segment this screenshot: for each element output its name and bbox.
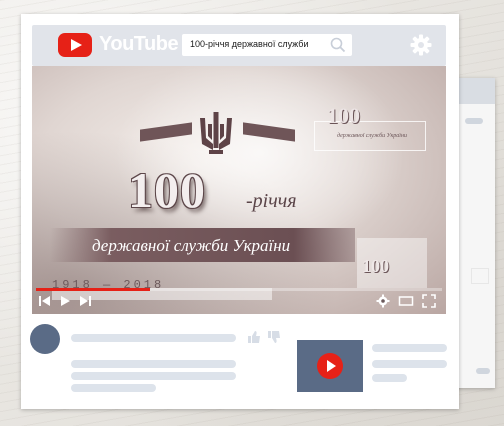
coat-of-arms-icon [196, 108, 236, 163]
title-placeholder [71, 334, 236, 342]
play-icon[interactable] [58, 294, 72, 308]
progress-fill [36, 288, 150, 291]
play-icon[interactable] [317, 353, 343, 379]
suggested-title-placeholder [372, 344, 447, 352]
like-icon[interactable] [247, 330, 261, 349]
fullscreen-icon[interactable] [422, 294, 436, 308]
top-bar: YouTube 100-річчя державної служби [32, 25, 446, 66]
dislike-icon[interactable] [267, 330, 281, 349]
avatar[interactable] [30, 324, 60, 354]
fullscreen-icon-ghost [471, 268, 489, 284]
skip-forward-icon[interactable] [78, 294, 92, 308]
search-icon[interactable] [330, 37, 346, 58]
skip-back-icon[interactable] [38, 294, 52, 308]
mini-subtitle: державної служби України [337, 133, 407, 139]
text-placeholder [71, 360, 236, 368]
mini-badge-number: 100 [362, 256, 389, 276]
miniplayer-icon[interactable] [398, 294, 414, 308]
youtube-window: YouTube 100-річчя державної служби 100 -… [21, 14, 459, 409]
suggested-text-placeholder [372, 374, 407, 382]
search-query: 100-річчя державної служби [190, 39, 309, 49]
gear-icon[interactable] [410, 34, 432, 61]
video-player[interactable]: 100 -річчя державної служби України 1918… [32, 66, 446, 314]
anniversary-suffix: -річчя [246, 190, 297, 212]
suggested-video-thumbnail[interactable] [297, 340, 363, 392]
anniversary-number: 100 [128, 162, 206, 218]
text-placeholder [71, 372, 236, 380]
search-input[interactable]: 100-річчя державної служби [182, 34, 352, 56]
logo-text[interactable]: YouTube [99, 33, 179, 56]
suggested-text-placeholder [372, 360, 447, 368]
youtube-logo-icon[interactable] [58, 33, 92, 57]
banner-text: державної служби України [92, 236, 291, 255]
settings-icon[interactable] [376, 294, 390, 308]
mini-title-number: 100 [327, 103, 360, 128]
text-placeholder [71, 384, 156, 392]
